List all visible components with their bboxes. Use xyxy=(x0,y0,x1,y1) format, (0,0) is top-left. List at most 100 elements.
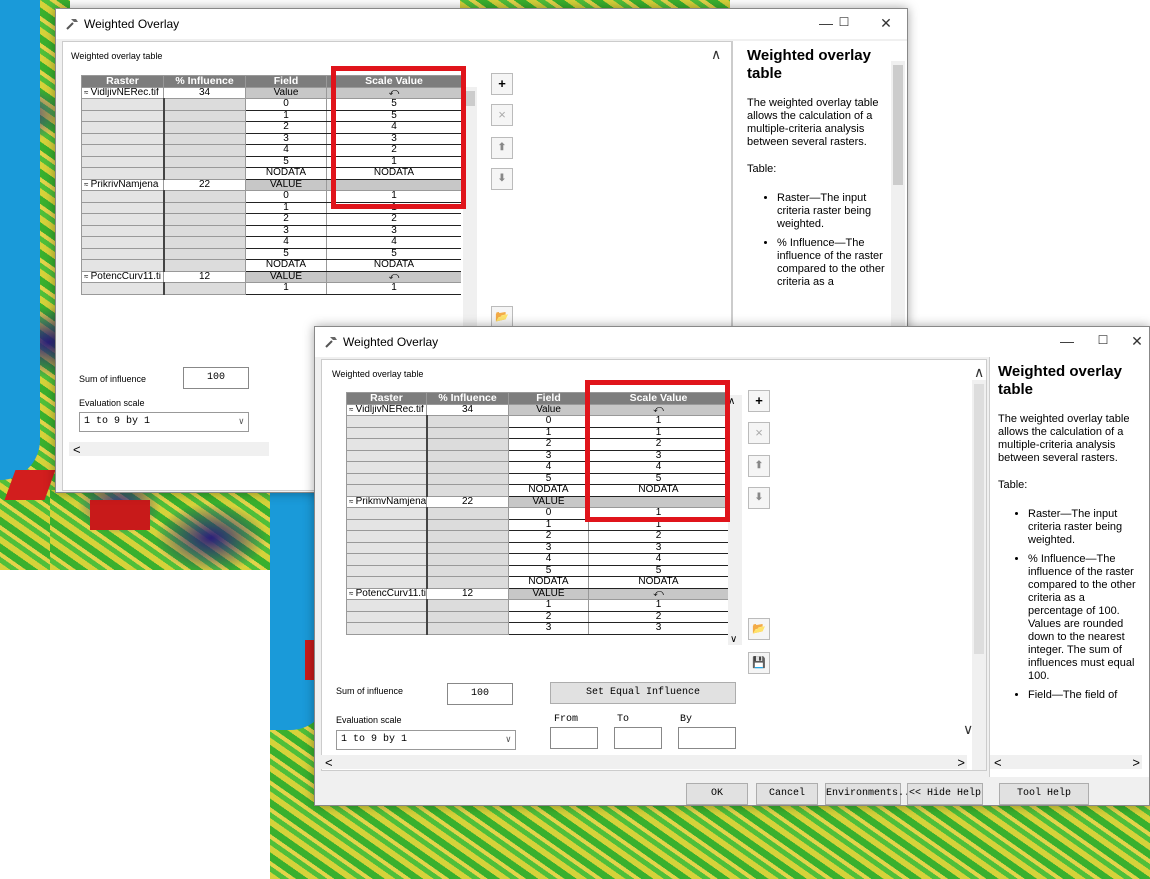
collapse-icon[interactable]: ≈ xyxy=(349,405,356,414)
row-header-cell xyxy=(346,530,428,543)
scale-value-cell[interactable]: 2 xyxy=(588,530,728,543)
scale-value-cell[interactable]: NODATA xyxy=(588,576,728,589)
help-title: Weighted overlay table xyxy=(998,363,1122,398)
scroll-left-icon[interactable]: < xyxy=(73,442,81,457)
scale-value-cell[interactable]: 5 xyxy=(588,564,728,577)
influence-cell[interactable]: 22 xyxy=(163,178,246,191)
field-value-cell: 4 xyxy=(508,461,589,474)
scale-header-cell: ⤺ xyxy=(588,587,728,600)
field-value-cell: 5 xyxy=(508,564,589,577)
row-header-cell xyxy=(346,518,428,531)
row-header-cell xyxy=(81,155,165,168)
scale-value-cell[interactable]: 4 xyxy=(326,236,461,249)
cancel-button[interactable]: Cancel xyxy=(756,783,818,805)
table-row: 22 xyxy=(346,610,728,623)
help-table-label: Table: xyxy=(747,163,777,175)
move-down-icon[interactable]: ⬇ xyxy=(491,168,513,190)
empty-cell xyxy=(163,247,246,260)
row-header-cell xyxy=(346,449,428,462)
scale-value-cell[interactable]: 2 xyxy=(588,610,728,623)
scale-value-highlight xyxy=(585,380,730,522)
maximize-button[interactable]: ☐ xyxy=(1093,333,1113,347)
from-input[interactable] xyxy=(550,727,598,749)
hide-help-button[interactable]: << Hide Help xyxy=(907,783,983,805)
raster-group-row[interactable]: ≈ PotencCurv11.ti 12 VALUE ⤺ xyxy=(81,270,461,283)
scroll-down-icon[interactable]: ∨ xyxy=(730,634,737,645)
set-equal-influence-button[interactable]: Set Equal Influence xyxy=(550,682,736,704)
scroll-down-icon[interactable]: ∨ xyxy=(963,721,973,738)
environments-button[interactable]: Environments... xyxy=(825,783,916,805)
section-label: Weighted overlay table xyxy=(332,369,424,379)
empty-cell xyxy=(163,259,246,272)
open-folder-icon[interactable]: 📂 xyxy=(491,306,513,328)
remove-icon[interactable]: × xyxy=(748,422,770,444)
minimize-button[interactable]: — xyxy=(1057,333,1077,349)
tool-help-button[interactable]: Tool Help xyxy=(999,783,1089,805)
scale-value-cell[interactable]: 3 xyxy=(588,541,728,554)
scale-value-cell[interactable]: 3 xyxy=(588,622,728,635)
move-down-icon[interactable]: ⬇ xyxy=(748,487,770,509)
collapse-icon[interactable]: ≈ xyxy=(349,589,356,598)
collapse-icon[interactable]: ≈ xyxy=(84,88,91,97)
collapse-icon[interactable]: ≈ xyxy=(349,497,356,506)
open-folder-icon[interactable]: 📂 xyxy=(748,618,770,640)
move-up-icon[interactable]: ⬆ xyxy=(748,455,770,477)
evaluation-scale-select[interactable]: 1 to 9 by 1 ∨ xyxy=(79,412,249,432)
table-scrollbar[interactable]: ∧ ∨ xyxy=(728,395,742,645)
scroll-right-icon[interactable]: > xyxy=(1132,755,1140,770)
empty-cell xyxy=(426,518,509,531)
move-up-icon[interactable]: ⬆ xyxy=(491,137,513,159)
raster-name: PotencCurv11.ti xyxy=(355,588,427,599)
maximize-button[interactable]: ☐ xyxy=(834,15,854,29)
scroll-left-icon[interactable]: < xyxy=(994,755,1002,770)
raster-group-row[interactable]: ≈ PotencCurv11.ti 12 VALUE ⤺ xyxy=(346,587,728,600)
horizontal-scrollbar[interactable]: < xyxy=(69,442,269,457)
scroll-right-icon[interactable]: > xyxy=(957,755,965,770)
to-input[interactable] xyxy=(614,727,662,749)
table-row: 22 xyxy=(81,213,461,226)
row-header-cell xyxy=(346,461,428,474)
field-header-cell: Value xyxy=(508,403,589,416)
panel-scrollbar[interactable] xyxy=(972,380,986,770)
collapse-icon[interactable]: ≈ xyxy=(84,180,91,189)
influence-cell[interactable]: 34 xyxy=(426,403,509,416)
scale-value-cell[interactable]: 1 xyxy=(588,599,728,612)
empty-cell xyxy=(426,472,509,485)
raster-name-cell: ≈ VidljivNERec.tif xyxy=(81,86,164,99)
by-input[interactable] xyxy=(678,727,736,749)
table-row: 11 xyxy=(346,599,728,612)
empty-cell xyxy=(163,98,246,111)
help-title: Weighted overlay table xyxy=(747,47,871,82)
minimize-button[interactable]: — xyxy=(816,15,836,31)
evaluation-scale-select[interactable]: 1 to 9 by 1 ∨ xyxy=(336,730,516,750)
row-header-cell xyxy=(81,201,165,214)
raster-name-cell: ≈ PotencCurv11.ti xyxy=(81,270,164,283)
save-icon[interactable]: 💾 xyxy=(748,652,770,674)
scale-value-cell[interactable]: 5 xyxy=(326,247,461,260)
scale-value-cell[interactable]: 2 xyxy=(326,213,461,226)
add-icon[interactable]: + xyxy=(491,73,513,95)
remove-icon[interactable]: × xyxy=(491,104,513,126)
empty-cell xyxy=(163,144,246,157)
scale-value-cell[interactable]: 3 xyxy=(326,224,461,237)
scale-value-cell[interactable]: 1 xyxy=(326,282,461,295)
field-value-cell: 4 xyxy=(508,553,589,566)
influence-cell[interactable]: 12 xyxy=(426,587,509,600)
influence-cell[interactable]: 12 xyxy=(163,270,246,283)
influence-cell[interactable]: 22 xyxy=(426,495,509,508)
close-button[interactable]: ✕ xyxy=(876,15,896,32)
collapse-icon[interactable]: ≈ xyxy=(84,272,91,281)
scroll-up-icon[interactable]: ∧ xyxy=(974,364,984,381)
scale-value-cell[interactable]: NODATA xyxy=(326,259,461,272)
help-horizontal-scrollbar[interactable]: < > xyxy=(990,755,1142,770)
scale-value-cell[interactable]: 4 xyxy=(588,553,728,566)
help-scrollbar[interactable] xyxy=(891,61,905,331)
scroll-up-icon[interactable]: ∧ xyxy=(711,46,721,63)
add-icon[interactable]: + xyxy=(748,390,770,412)
scroll-left-icon[interactable]: < xyxy=(325,755,333,770)
help-bullet: % Influence—The influence of the raster … xyxy=(777,237,895,289)
influence-cell[interactable]: 34 xyxy=(163,86,246,99)
close-button[interactable]: ✕ xyxy=(1127,333,1147,350)
horizontal-scrollbar[interactable]: < > xyxy=(321,755,967,770)
ok-button[interactable]: OK xyxy=(686,783,748,805)
